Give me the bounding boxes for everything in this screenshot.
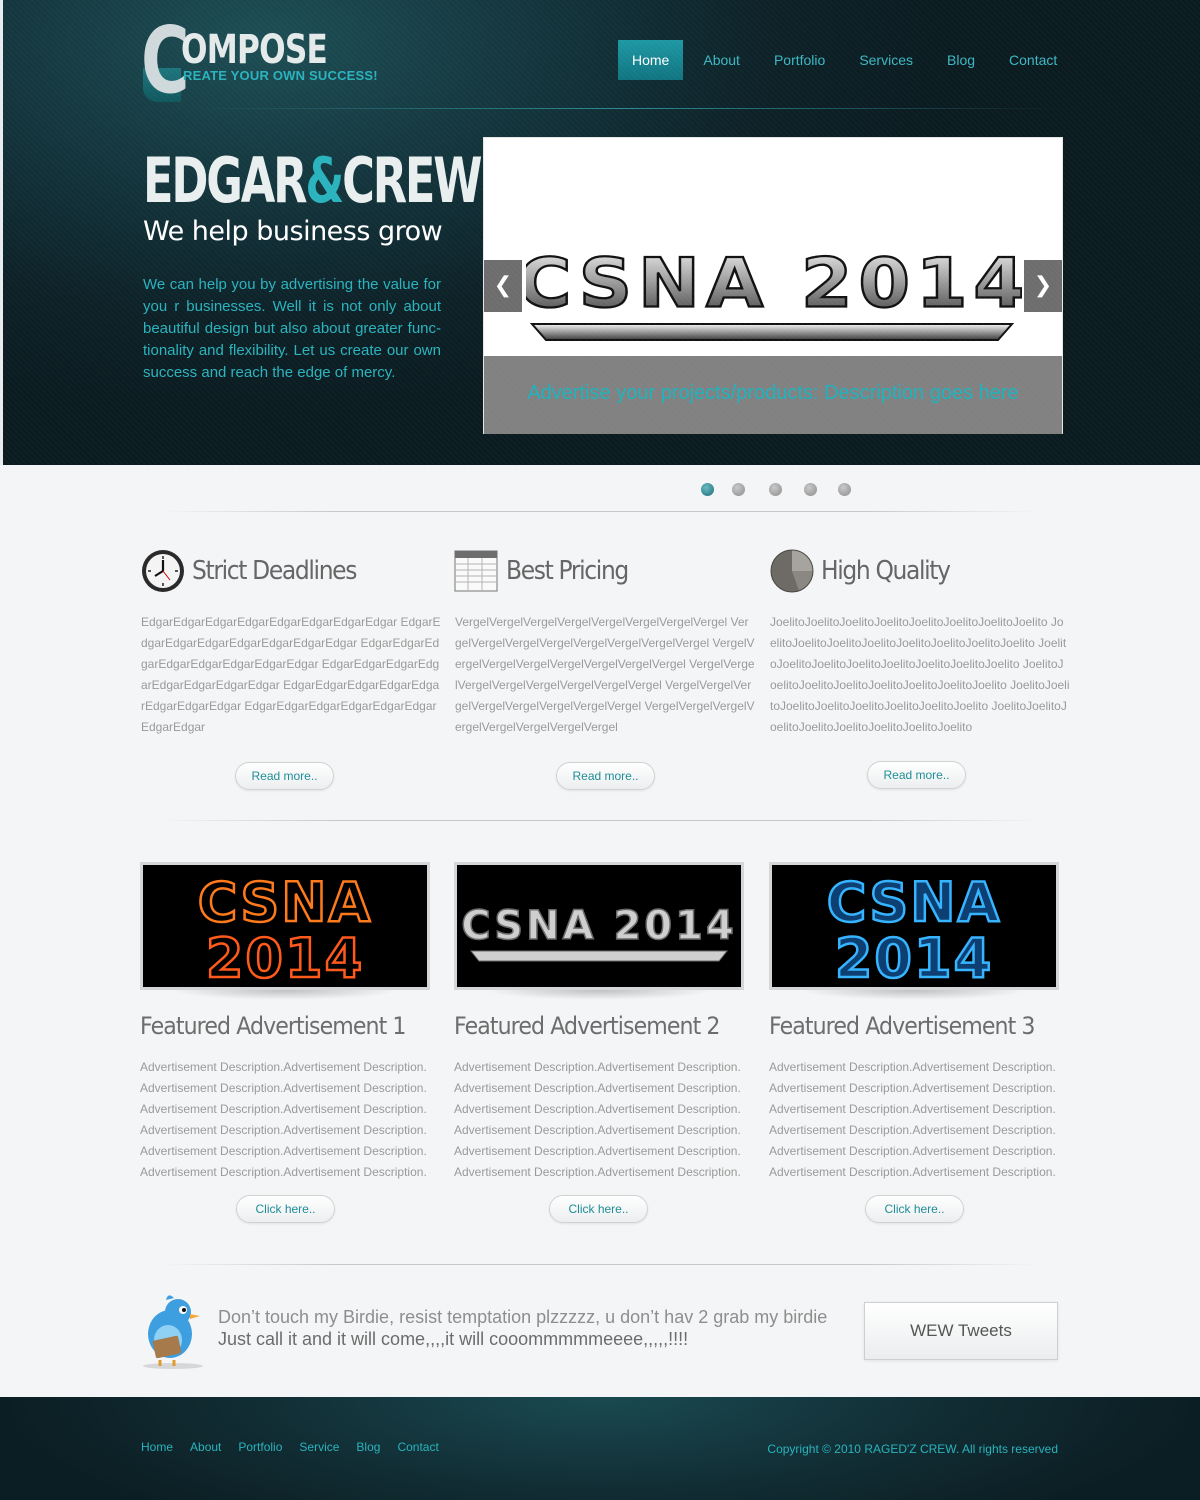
read-more-button-2[interactable]: Read more.. bbox=[556, 762, 655, 790]
wew-tweets-button[interactable]: WEW Tweets bbox=[864, 1302, 1058, 1360]
click-here-button-2[interactable]: Click here.. bbox=[549, 1195, 648, 1223]
slider-dot-2[interactable] bbox=[732, 483, 745, 496]
click-here-button-3[interactable]: Click here.. bbox=[865, 1195, 964, 1223]
slider-caption: Advertise your projects/products: Descri… bbox=[484, 356, 1062, 434]
tweet-line-1: Don’t touch my Birdie, resist temptation… bbox=[218, 1307, 828, 1327]
ad-description: Advertisement Description.Advertisement … bbox=[140, 1060, 427, 1179]
slider-dot-5[interactable] bbox=[838, 483, 851, 496]
ad-title: Featured Advertisement 1 bbox=[140, 1012, 406, 1040]
ad-shadow bbox=[799, 990, 1029, 1000]
slider-dot-4[interactable] bbox=[804, 483, 817, 496]
footer-link-contact[interactable]: Contact bbox=[397, 1440, 438, 1454]
compose-logo[interactable]: C OMPOSE REATE YOUR OWN SUCCESS! bbox=[141, 7, 401, 114]
ad-description: Advertisement Description.Advertisement … bbox=[454, 1060, 741, 1179]
ad-image: CSNA 2014 bbox=[825, 870, 1002, 987]
click-here-button-1[interactable]: Click here.. bbox=[236, 1195, 335, 1223]
feature-body: JoelitoJoelitoJoelitoJoelitoJoelitoJoeli… bbox=[770, 615, 1070, 734]
read-more-button-3[interactable]: Read more.. bbox=[867, 761, 966, 789]
feature-body: EdgarEdgarEdgarEdgarEdgarEdgarEdgarEdgar… bbox=[141, 615, 441, 734]
feature-title: Strict Deadlines bbox=[192, 556, 357, 586]
hero-title: EDGAR&CREW bbox=[143, 148, 482, 214]
hero-title-left: EDGAR bbox=[143, 144, 307, 217]
hero-title-right: CREW bbox=[342, 144, 482, 217]
footer-link-portfolio[interactable]: Portfolio bbox=[238, 1440, 282, 1454]
nav-blog[interactable]: Blog bbox=[933, 40, 989, 80]
header-divider bbox=[183, 108, 1063, 109]
feature-body: VergelVergelVergelVergelVergelVergelVerg… bbox=[455, 615, 755, 734]
ad-image-underline bbox=[469, 950, 729, 962]
main-nav: Home About Portfolio Services Blog Conta… bbox=[618, 40, 1077, 80]
divider bbox=[160, 820, 1040, 821]
ad-image-line2: 2014 bbox=[206, 927, 364, 987]
ad-image: CSNA 2014 bbox=[196, 870, 373, 987]
ad-title: Featured Advertisement 2 bbox=[454, 1012, 720, 1040]
slider-dot-3[interactable] bbox=[769, 483, 782, 496]
ad-image: CSNA 2014 bbox=[460, 902, 737, 962]
image-slider[interactable]: CSNA 2014 ❮ ❯ Advertise your projects/pr… bbox=[483, 137, 1063, 434]
nav-about[interactable]: About bbox=[689, 40, 754, 80]
nav-home[interactable]: Home bbox=[618, 40, 684, 80]
footer-link-home[interactable]: Home bbox=[141, 1440, 173, 1454]
ad-image-line1: CSNA 2014 bbox=[461, 903, 737, 949]
footer-link-blog[interactable]: Blog bbox=[356, 1440, 380, 1454]
twitter-bird-icon bbox=[143, 1295, 203, 1369]
feature-title: High Quality bbox=[821, 556, 951, 586]
header: C OMPOSE REATE YOUR OWN SUCCESS! Home Ab… bbox=[0, 0, 1200, 465]
logo-wordmark: OMPOSE bbox=[181, 27, 328, 73]
slide-image-underline bbox=[529, 323, 1015, 341]
ad-image-line2: 2014 bbox=[835, 927, 993, 987]
feature-title: Best Pricing bbox=[506, 556, 629, 586]
read-more-button-1[interactable]: Read more.. bbox=[235, 762, 334, 790]
divider bbox=[160, 1264, 1040, 1265]
ad-image-line1: CSNA bbox=[198, 871, 373, 934]
slide-image-text: CSNA 2014 bbox=[526, 243, 1022, 322]
pie-chart-icon bbox=[770, 549, 814, 593]
slider-next-button[interactable]: ❯ bbox=[1024, 260, 1062, 312]
logo-letter: C bbox=[141, 7, 190, 114]
slide-image: CSNA 2014 bbox=[526, 242, 1022, 341]
divider bbox=[160, 511, 1040, 512]
slider-dot-1[interactable] bbox=[701, 483, 714, 496]
ad-description: Advertisement Description.Advertisement … bbox=[769, 1060, 1056, 1179]
copyright: Copyright © 2010 RAGED'Z CREW. All right… bbox=[767, 1442, 1058, 1456]
ad-image-frame[interactable]: CSNA 2014 bbox=[454, 862, 744, 990]
footer-link-about[interactable]: About bbox=[190, 1440, 221, 1454]
footer-nav: Home About Portfolio Service Blog Contac… bbox=[141, 1440, 456, 1454]
spreadsheet-icon bbox=[454, 550, 498, 592]
footer: Home About Portfolio Service Blog Contac… bbox=[0, 1397, 1200, 1500]
slider-prev-button[interactable]: ❮ bbox=[484, 260, 522, 312]
ad-image-frame[interactable]: CSNA 2014 bbox=[140, 862, 430, 990]
tweet-line-2: Just call it and it will come,,,,it will… bbox=[218, 1329, 689, 1349]
hero-title-amp: & bbox=[305, 144, 344, 217]
nav-services[interactable]: Services bbox=[845, 40, 927, 80]
ad-image-line1: CSNA bbox=[827, 871, 1002, 934]
ad-image-frame[interactable]: CSNA 2014 bbox=[769, 862, 1059, 990]
nav-portfolio[interactable]: Portfolio bbox=[760, 40, 839, 80]
hero-subtitle: We help business grow bbox=[143, 216, 443, 247]
nav-contact[interactable]: Contact bbox=[995, 40, 1071, 80]
ad-title: Featured Advertisement 3 bbox=[769, 1012, 1035, 1040]
ad-shadow bbox=[170, 990, 400, 1000]
footer-link-service[interactable]: Service bbox=[299, 1440, 339, 1454]
logo-tagline: REATE YOUR OWN SUCCESS! bbox=[183, 68, 378, 83]
clock-icon bbox=[142, 550, 184, 592]
ad-shadow bbox=[484, 990, 714, 1000]
hero-description: We can help you by advertising the value… bbox=[143, 276, 441, 381]
